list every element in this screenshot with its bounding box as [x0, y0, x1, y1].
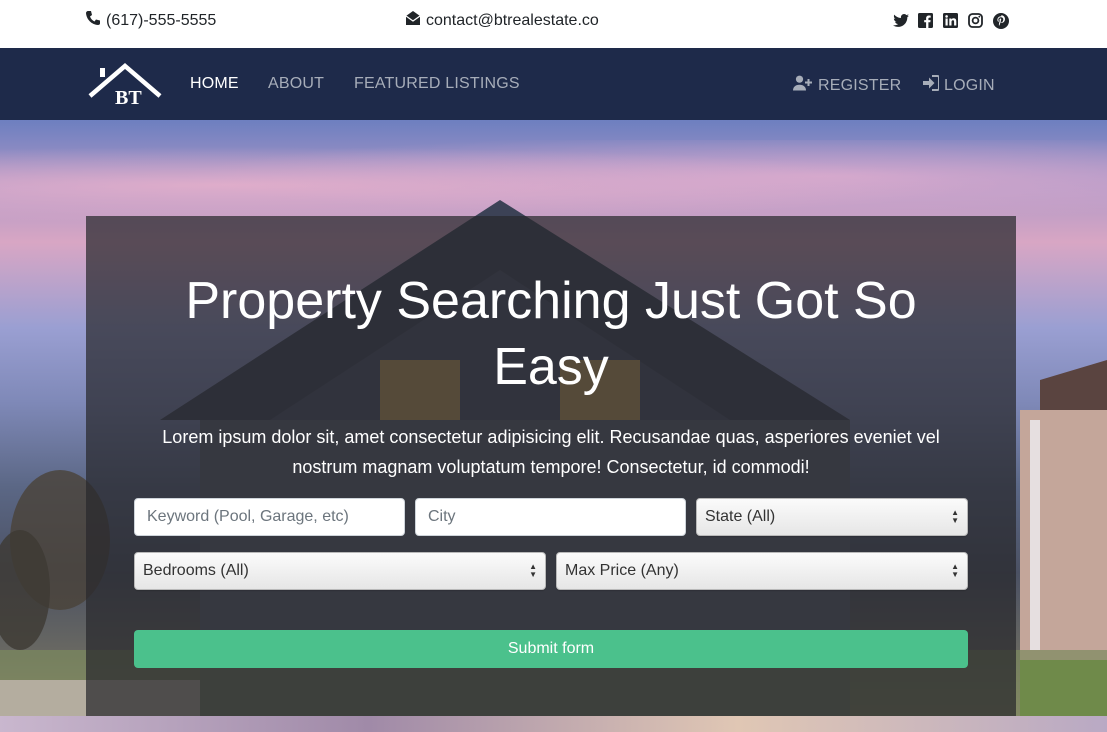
sign-in-icon: [923, 75, 944, 96]
email-address: contact@btrealestate.co: [426, 11, 599, 29]
hero-section: Property Searching Just Got So Easy Lore…: [0, 120, 1107, 732]
linkedin-icon[interactable]: [942, 12, 959, 29]
city-input[interactable]: City: [415, 498, 686, 536]
instagram-icon[interactable]: [967, 12, 984, 29]
search-panel: Property Searching Just Got So Easy Lore…: [86, 216, 1016, 716]
nav-featured-listings[interactable]: FEATURED LISTINGS: [354, 75, 520, 93]
phone-icon: [85, 10, 106, 31]
login-label: LOGIN: [944, 76, 995, 94]
social-links: [892, 12, 1009, 29]
phone-contact[interactable]: (617)-555-5555: [85, 10, 216, 31]
contact-bar: (617)-555-5555 contact@btrealestate.co: [0, 0, 1107, 48]
facebook-icon[interactable]: [917, 12, 934, 29]
state-select[interactable]: State (All) ▲ ▼: [696, 498, 968, 536]
city-placeholder: City: [428, 508, 456, 525]
keyword-input[interactable]: Keyword (Pool, Garage, etc): [134, 498, 405, 536]
pinterest-icon[interactable]: [992, 12, 1009, 29]
envelope-open-icon: [405, 10, 426, 31]
select-arrows-icon: ▲ ▼: [951, 508, 959, 525]
max-price-selected-value: Max Price (Any): [565, 562, 679, 579]
hero-bottom-strip: [0, 716, 1107, 732]
main-navbar: BT HOME ABOUT FEATURED LISTINGS REGISTER…: [0, 48, 1107, 120]
twitter-icon[interactable]: [892, 12, 909, 29]
brand-logo[interactable]: BT: [88, 62, 162, 109]
keyword-placeholder: Keyword (Pool, Garage, etc): [147, 508, 349, 525]
svg-text:BT: BT: [115, 87, 142, 106]
bedrooms-selected-value: Bedrooms (All): [143, 562, 249, 579]
state-selected-value: State (All): [705, 508, 776, 525]
email-contact[interactable]: contact@btrealestate.co: [405, 10, 599, 31]
register-link[interactable]: REGISTER: [793, 75, 901, 96]
nav-home[interactable]: HOME: [190, 75, 239, 93]
select-arrows-icon: ▲ ▼: [529, 562, 537, 579]
bedrooms-select[interactable]: Bedrooms (All) ▲ ▼: [134, 552, 546, 590]
register-label: REGISTER: [818, 76, 902, 94]
hero-lead: Lorem ipsum dolor sit, amet consectetur …: [162, 427, 940, 477]
submit-button[interactable]: Submit form: [134, 630, 968, 668]
login-link[interactable]: LOGIN: [923, 75, 995, 96]
hero-title: Property Searching Just Got So Easy: [185, 272, 917, 396]
phone-number: (617)-555-5555: [106, 11, 217, 29]
nav-about[interactable]: ABOUT: [268, 75, 324, 93]
select-arrows-icon: ▲ ▼: [951, 562, 959, 579]
user-plus-icon: [793, 75, 818, 96]
max-price-select[interactable]: Max Price (Any) ▲ ▼: [556, 552, 968, 590]
